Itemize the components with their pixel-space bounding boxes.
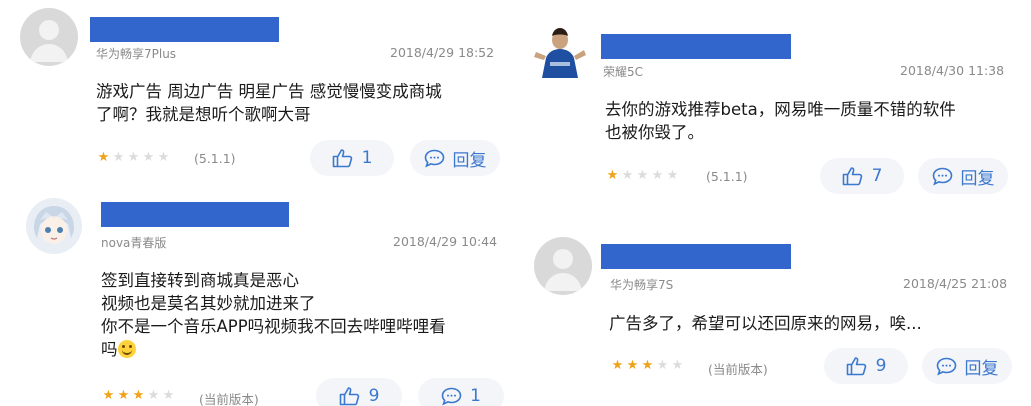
like-count: 7 <box>871 166 883 186</box>
star-empty-icon: ★ <box>147 388 160 403</box>
review-text-line: 吗 <box>101 338 446 361</box>
star-empty-icon: ★ <box>666 168 679 183</box>
comment-icon <box>936 357 956 376</box>
anime-avatar-icon[interactable] <box>26 198 82 254</box>
star-rating: ★ ★ ★ ★ ★ <box>102 389 175 403</box>
star-filled-icon: ★ <box>606 168 619 183</box>
username-redacted <box>601 244 791 269</box>
like-button[interactable]: 7 <box>820 158 904 194</box>
review-text-line: 广告多了，希望可以还回原来的网易，唉... <box>609 314 922 333</box>
username-redacted <box>601 34 791 59</box>
review-time: 2018/4/25 21:08 <box>903 276 1008 291</box>
comment-icon <box>441 387 462 406</box>
review-text-line: 游戏广告 周边广告 明星广告 感觉慢慢变成商城 <box>96 82 442 101</box>
star-filled-icon: ★ <box>102 388 115 403</box>
star-filled-icon: ★ <box>641 358 654 373</box>
star-filled-icon: ★ <box>117 388 130 403</box>
reply-button[interactable]: 回复 <box>410 140 500 176</box>
device-model: 华为畅享7S <box>610 278 674 292</box>
star-empty-icon: ★ <box>127 150 140 165</box>
review-text-fragment: 吗 <box>101 340 118 359</box>
review-text-line: 视频也是莫名其妙就加进来了 <box>101 294 316 313</box>
comment-icon <box>424 149 444 168</box>
review-text-line: 去你的游戏推荐beta，网易唯一质量不错的软件 <box>605 100 956 119</box>
like-count: 9 <box>875 356 887 376</box>
like-count: 1 <box>361 148 373 168</box>
star-empty-icon: ★ <box>621 168 634 183</box>
star-empty-icon: ★ <box>142 150 155 165</box>
soccer-player-avatar-icon[interactable] <box>532 22 588 78</box>
app-version: (当前版本) <box>708 362 768 377</box>
star-rating: ★ ★ ★ ★ ★ <box>606 169 679 183</box>
reply-button[interactable]: 回复 <box>918 158 1008 194</box>
star-empty-icon: ★ <box>656 358 669 373</box>
reply-label: 回复 <box>452 150 487 171</box>
reply-button[interactable]: 回复 <box>922 348 1012 384</box>
star-rating: ★ ★ ★ ★ ★ <box>97 151 170 165</box>
review-time: 2018/4/30 11:38 <box>900 63 1005 78</box>
username-redacted <box>101 202 289 227</box>
app-version: (当前版本) <box>199 392 259 406</box>
star-empty-icon: ★ <box>162 388 175 403</box>
app-version: (5.1.1) <box>706 169 748 184</box>
star-empty-icon: ★ <box>112 150 125 165</box>
like-button[interactable]: 9 <box>316 378 402 406</box>
star-empty-icon: ★ <box>671 358 684 373</box>
star-empty-icon: ★ <box>157 150 170 165</box>
reply-count: 1 <box>470 386 481 406</box>
thumbs-up-icon <box>332 149 352 168</box>
review-text: 广告多了，希望可以还回原来的网易，唉... <box>609 312 922 335</box>
thumbs-up-icon <box>842 167 862 186</box>
star-filled-icon: ★ <box>611 358 624 373</box>
star-filled-icon: ★ <box>132 388 145 403</box>
review-time: 2018/4/29 10:44 <box>393 234 498 249</box>
star-filled-icon: ★ <box>626 358 639 373</box>
like-count: 9 <box>368 386 380 406</box>
like-button[interactable]: 1 <box>310 140 394 176</box>
like-button[interactable]: 9 <box>824 348 908 384</box>
device-model: 荣耀5C <box>603 65 644 79</box>
reply-label: 回复 <box>964 358 999 379</box>
star-filled-icon: ★ <box>97 150 110 165</box>
review-time: 2018/4/29 18:52 <box>390 45 495 60</box>
review-text: 游戏广告 周边广告 明星广告 感觉慢慢变成商城 了啊？我就是想听个歌啊大哥 <box>96 80 442 126</box>
star-rating: ★ ★ ★ ★ ★ <box>611 359 684 373</box>
thumbs-up-icon <box>846 357 866 376</box>
review-text-line: 了啊？我就是想听个歌啊大哥 <box>96 105 311 124</box>
default-avatar-icon[interactable] <box>20 8 78 66</box>
default-avatar-icon[interactable] <box>534 237 592 295</box>
review-text-line: 签到直接转到商城真是恶心 <box>101 271 299 290</box>
review-text-line: 也被你毁了。 <box>605 123 704 142</box>
star-empty-icon: ★ <box>651 168 664 183</box>
review-text: 签到直接转到商城真是恶心 视频也是莫名其妙就加进来了 你不是一个音乐APP吗视频… <box>101 269 446 361</box>
comment-icon <box>932 167 952 186</box>
device-model: nova青春版 <box>101 236 167 250</box>
thumbs-up-icon <box>339 387 359 406</box>
username-redacted <box>90 17 279 42</box>
star-empty-icon: ★ <box>636 168 649 183</box>
reply-label: 回复 <box>960 168 995 189</box>
review-text-line: 你不是一个音乐APP吗视频我不回去哔哩哔哩看 <box>101 317 446 336</box>
reply-button[interactable]: 1 <box>418 378 504 406</box>
review-text: 去你的游戏推荐beta，网易唯一质量不错的软件 也被你毁了。 <box>605 98 956 144</box>
app-version: (5.1.1) <box>194 151 236 166</box>
device-model: 华为畅享7Plus <box>96 47 177 61</box>
smiley-emoji-icon <box>117 340 136 358</box>
